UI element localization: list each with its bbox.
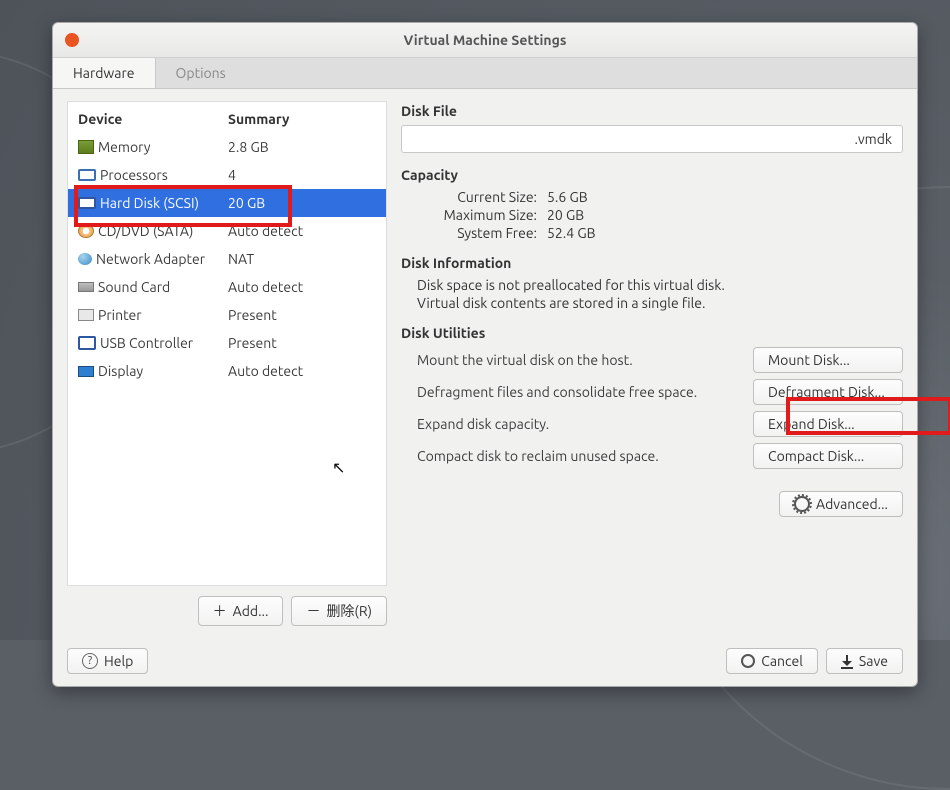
expand-disk-button[interactable]: Expand Disk... xyxy=(753,411,903,437)
tab-options[interactable]: Options xyxy=(156,58,246,88)
defragment-desc: Defragment files and consolidate free sp… xyxy=(417,384,753,400)
expand-desc: Expand disk capacity. xyxy=(417,416,753,432)
mount-disk-button[interactable]: Mount Disk... xyxy=(753,347,903,373)
device-row-sound[interactable]: Sound Card Auto detect xyxy=(68,273,386,301)
minus-icon: － xyxy=(306,601,320,621)
footer: ?Help Cancel Save xyxy=(53,640,917,686)
device-row-display[interactable]: Display Auto detect xyxy=(68,357,386,385)
col-header-summary: Summary xyxy=(228,111,376,127)
cancel-icon xyxy=(741,654,755,668)
device-row-hard-disk[interactable]: Hard Disk (SCSI) 20 GB xyxy=(68,189,386,217)
gear-icon xyxy=(794,496,810,512)
info-line-1: Disk space is not preallocated for this … xyxy=(417,277,903,293)
device-table: Device Summary Memory 2.8 GB Processors … xyxy=(67,101,387,586)
device-row-usb[interactable]: USB Controller Present xyxy=(68,329,386,357)
compact-desc: Compact disk to reclaim unused space. xyxy=(417,448,753,464)
device-row-memory[interactable]: Memory 2.8 GB xyxy=(68,133,386,161)
device-row-processors[interactable]: Processors 4 xyxy=(68,161,386,189)
save-button[interactable]: Save xyxy=(826,648,903,674)
sound-icon xyxy=(78,282,94,292)
titlebar: Virtual Machine Settings xyxy=(53,23,917,58)
capacity-heading: Capacity xyxy=(401,167,903,183)
device-row-network[interactable]: Network Adapter NAT xyxy=(68,245,386,273)
printer-icon xyxy=(78,309,94,321)
col-header-device: Device xyxy=(78,111,228,127)
disk-file-field[interactable]: .vmdk xyxy=(401,125,903,153)
save-icon xyxy=(841,655,853,667)
add-button[interactable]: ＋Add... xyxy=(198,596,284,626)
disk-info-heading: Disk Information xyxy=(401,255,903,271)
disk-utilities-heading: Disk Utilities xyxy=(401,325,903,341)
maximum-size-value: 20 GB xyxy=(547,207,584,223)
window-title: Virtual Machine Settings xyxy=(53,32,917,48)
usb-icon xyxy=(78,336,96,350)
compact-disk-button[interactable]: Compact Disk... xyxy=(753,443,903,469)
info-line-2: Virtual disk contents are stored in a si… xyxy=(417,295,903,311)
current-size-label: Current Size: xyxy=(417,189,547,205)
cd-icon xyxy=(78,224,94,238)
device-row-printer[interactable]: Printer Present xyxy=(68,301,386,329)
hardware-panel: Device Summary Memory 2.8 GB Processors … xyxy=(67,101,387,626)
mount-desc: Mount the virtual disk on the host. xyxy=(417,352,753,368)
tab-bar: Hardware Options xyxy=(53,58,917,89)
disk-file-heading: Disk File xyxy=(401,103,903,119)
defragment-disk-button[interactable]: Defragment Disk... xyxy=(753,379,903,405)
settings-window: Virtual Machine Settings Hardware Option… xyxy=(52,22,918,687)
device-row-cddvd[interactable]: CD/DVD (SATA) Auto detect xyxy=(68,217,386,245)
help-button[interactable]: ?Help xyxy=(67,648,148,674)
current-size-value: 5.6 GB xyxy=(547,189,588,205)
plus-icon: ＋ xyxy=(213,601,227,621)
cancel-button[interactable]: Cancel xyxy=(726,648,818,674)
display-icon xyxy=(78,366,94,377)
system-free-label: System Free: xyxy=(417,225,547,241)
memory-icon xyxy=(78,140,94,154)
network-icon xyxy=(78,253,92,265)
remove-button[interactable]: －删除(R) xyxy=(291,596,387,626)
hard-disk-icon xyxy=(78,197,96,209)
advanced-button[interactable]: Advanced... xyxy=(779,491,903,517)
tab-hardware[interactable]: Hardware xyxy=(53,58,156,88)
maximum-size-label: Maximum Size: xyxy=(417,207,547,223)
system-free-value: 52.4 GB xyxy=(547,225,596,241)
cpu-icon xyxy=(78,169,96,181)
help-icon: ? xyxy=(82,653,98,669)
detail-panel: Disk File .vmdk Capacity Current Size:5.… xyxy=(401,101,903,626)
